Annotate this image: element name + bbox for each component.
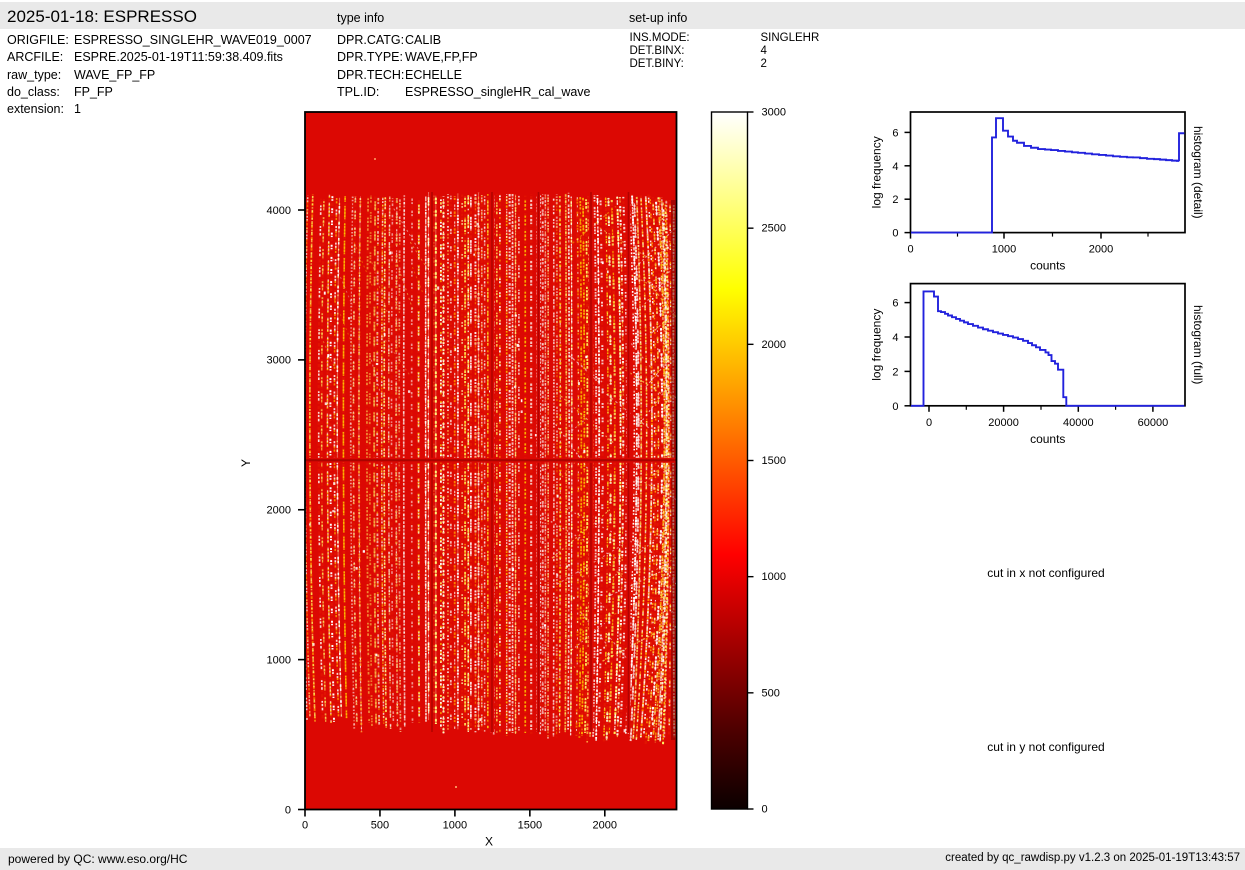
svg-text:4: 4 xyxy=(892,332,898,344)
svg-text:Y: Y xyxy=(239,459,253,467)
svg-text:cut in y not configured: cut in y not configured xyxy=(987,740,1104,754)
svg-text:0: 0 xyxy=(762,804,768,816)
svg-text:20000: 20000 xyxy=(988,417,1019,429)
svg-text:2500: 2500 xyxy=(762,223,786,235)
svg-text:log frequency: log frequency xyxy=(870,136,884,208)
svg-text:0: 0 xyxy=(892,401,898,413)
svg-text:1000: 1000 xyxy=(267,654,291,666)
svg-text:1500: 1500 xyxy=(762,455,786,467)
svg-text:6: 6 xyxy=(892,127,898,139)
svg-text:4000: 4000 xyxy=(267,205,291,217)
svg-text:60000: 60000 xyxy=(1138,417,1169,429)
svg-text:1500: 1500 xyxy=(518,820,542,832)
svg-text:1000: 1000 xyxy=(762,571,786,583)
svg-text:500: 500 xyxy=(371,820,389,832)
svg-text:3000: 3000 xyxy=(267,355,291,367)
svg-text:0: 0 xyxy=(302,820,308,832)
svg-text:2000: 2000 xyxy=(762,339,786,351)
svg-text:2: 2 xyxy=(892,366,898,378)
svg-text:3000: 3000 xyxy=(762,107,786,119)
svg-text:4: 4 xyxy=(892,161,898,173)
svg-text:0: 0 xyxy=(907,244,913,256)
svg-text:2: 2 xyxy=(892,194,898,206)
svg-text:histogram (detail): histogram (detail) xyxy=(1191,126,1205,219)
svg-text:counts: counts xyxy=(1030,432,1065,446)
svg-text:log frequency: log frequency xyxy=(870,309,884,381)
svg-text:counts: counts xyxy=(1030,259,1065,273)
svg-text:40000: 40000 xyxy=(1063,417,1094,429)
svg-text:2000: 2000 xyxy=(1089,244,1113,256)
svg-text:cut in x not configured: cut in x not configured xyxy=(987,566,1104,580)
svg-text:2000: 2000 xyxy=(267,505,291,517)
svg-text:0: 0 xyxy=(892,228,898,240)
svg-text:500: 500 xyxy=(762,687,780,699)
svg-text:0: 0 xyxy=(285,804,291,816)
svg-text:2000: 2000 xyxy=(593,820,617,832)
svg-text:1000: 1000 xyxy=(443,820,467,832)
svg-text:1000: 1000 xyxy=(992,244,1016,256)
svg-text:X: X xyxy=(485,835,493,849)
svg-text:6: 6 xyxy=(892,298,898,310)
svg-text:histogram (full): histogram (full) xyxy=(1191,305,1205,384)
svg-text:0: 0 xyxy=(926,417,932,429)
